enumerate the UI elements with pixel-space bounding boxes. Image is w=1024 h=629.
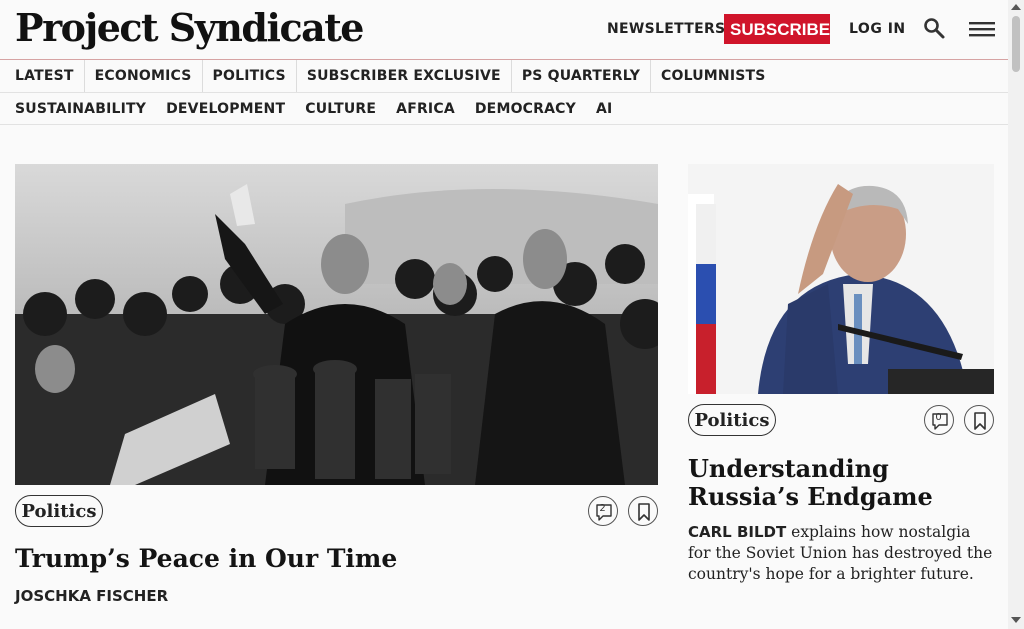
article-headline[interactable]: Trump’s Peace in Our Time [15, 543, 397, 575]
comment-count: 0 [935, 412, 942, 423]
nav-item-latest[interactable]: LATEST [5, 60, 84, 92]
comment-count: 2 [599, 503, 606, 514]
nav-item-sustainability[interactable]: SUSTAINABILITY [5, 93, 156, 124]
subscribe-button[interactable]: SUBSCRIBE [724, 14, 830, 44]
secondary-nav: SUSTAINABILITY DEVELOPMENT CULTURE AFRIC… [0, 93, 1008, 125]
nav-item-politics[interactable]: POLITICS [201, 60, 296, 92]
header-actions: NEWSLETTERS SUBSCRIBE LOG IN [588, 14, 1008, 44]
nav-item-ps-quarterly[interactable]: PS QUARTERLY [510, 60, 650, 92]
bookmark-button[interactable] [628, 496, 658, 526]
scroll-up-arrow-icon[interactable] [1011, 4, 1021, 10]
nav-item-culture[interactable]: CULTURE [295, 93, 386, 124]
nav-item-africa[interactable]: AFRICA [386, 93, 465, 124]
site-header: Project Syndicate NEWSLETTERS SUBSCRIBE … [0, 0, 1008, 60]
nav-item-subscriber-exclusive[interactable]: SUBSCRIBER EXCLUSIVE [295, 60, 511, 92]
newsletters-link[interactable]: NEWSLETTERS [607, 21, 725, 37]
comments-button[interactable]: 0 [924, 405, 954, 435]
bookmark-button[interactable] [964, 405, 994, 435]
page-scrollbar[interactable] [1008, 0, 1024, 629]
bookmark-icon [974, 412, 986, 430]
nav-item-columnists[interactable]: COLUMNISTS [650, 60, 776, 92]
nav-item-ai[interactable]: AI [586, 93, 622, 124]
comments-button[interactable]: 2 [588, 496, 618, 526]
search-icon[interactable] [922, 16, 946, 40]
site-logo[interactable]: Project Syndicate [15, 5, 364, 50]
login-link[interactable]: LOG IN [849, 21, 906, 37]
article-author[interactable]: JOSCHKA FISCHER [15, 587, 168, 605]
article-summary: CARL BILDT explains how nostalgia for th… [688, 522, 994, 585]
article-headline[interactable]: Understanding Russia’s Endgame [688, 455, 998, 511]
primary-nav: LATEST ECONOMICS POLITICS SUBSCRIBER EXC… [0, 60, 1008, 93]
main-article-image[interactable] [15, 164, 658, 485]
side-article-image[interactable] [688, 164, 994, 394]
nav-item-democracy[interactable]: DEMOCRACY [465, 93, 586, 124]
nav-item-development[interactable]: DEVELOPMENT [156, 93, 295, 124]
bookmark-icon [638, 503, 650, 521]
category-tag[interactable]: Politics [15, 495, 103, 527]
scroll-thumb[interactable] [1012, 16, 1020, 72]
category-tag[interactable]: Politics [688, 404, 776, 436]
nav-item-economics[interactable]: ECONOMICS [83, 60, 202, 92]
article-author[interactable]: CARL BILDT [688, 523, 786, 541]
scroll-down-arrow-icon[interactable] [1011, 617, 1021, 623]
hamburger-menu-icon[interactable] [968, 16, 996, 42]
